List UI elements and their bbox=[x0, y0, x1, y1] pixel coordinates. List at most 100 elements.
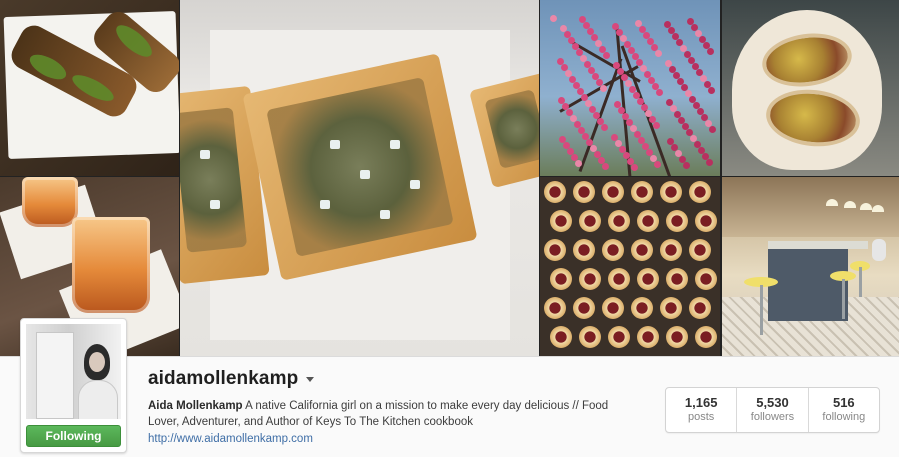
blossom-shape bbox=[625, 80, 632, 87]
blossom-shape bbox=[677, 78, 684, 85]
mini-tart-shape bbox=[666, 268, 688, 290]
photo-tile-blossoms[interactable] bbox=[540, 0, 720, 176]
blossom-shape bbox=[600, 85, 607, 92]
stat-posts[interactable]: 1,165 posts bbox=[666, 388, 738, 432]
blossom-shape bbox=[603, 52, 610, 59]
blossom-shape bbox=[550, 15, 557, 22]
mini-tart-shape bbox=[637, 326, 659, 348]
photo-tile-mini-tarts[interactable] bbox=[540, 177, 720, 356]
blossom-shape bbox=[670, 105, 677, 112]
blossom-shape bbox=[693, 102, 700, 109]
photo-tile-toast[interactable] bbox=[0, 0, 179, 176]
blossom-shape bbox=[598, 157, 605, 164]
stats-box: 1,165 posts 5,530 followers 516 followin… bbox=[665, 387, 880, 433]
avatar[interactable] bbox=[26, 324, 121, 419]
blossom-shape bbox=[577, 88, 584, 95]
blossom-shape bbox=[612, 23, 619, 30]
blossom-shape bbox=[655, 50, 662, 57]
mini-tart-shape bbox=[660, 297, 682, 319]
blossom-shape bbox=[643, 32, 650, 39]
blossom-shape bbox=[580, 55, 587, 62]
blossom-shape bbox=[636, 59, 643, 66]
mini-tart-shape bbox=[631, 297, 653, 319]
mini-tart-shape bbox=[695, 268, 717, 290]
blossom-shape bbox=[668, 27, 675, 34]
blossom-shape bbox=[641, 104, 648, 111]
blossom-shape bbox=[656, 89, 663, 96]
blossom-shape bbox=[587, 28, 594, 35]
photo-tile-tart[interactable] bbox=[180, 0, 539, 356]
mini-tart-shape bbox=[550, 326, 572, 348]
blossom-shape bbox=[674, 111, 681, 118]
blossom-shape bbox=[703, 42, 710, 49]
website-link[interactable]: http://www.aidamollenkamp.com bbox=[148, 433, 313, 445]
blossom-shape bbox=[638, 137, 645, 144]
mini-tart-shape bbox=[689, 297, 711, 319]
blossom-shape bbox=[619, 146, 626, 153]
blossom-shape bbox=[690, 135, 697, 142]
stat-following[interactable]: 516 following bbox=[809, 388, 879, 432]
blossom-shape bbox=[621, 74, 628, 81]
blossom-shape bbox=[599, 46, 606, 53]
stat-label: followers bbox=[750, 411, 795, 423]
stat-followers[interactable]: 5,530 followers bbox=[737, 388, 809, 432]
blossom-shape bbox=[589, 106, 596, 113]
blossom-shape bbox=[634, 131, 641, 138]
full-name: Aida Mollenkamp bbox=[148, 400, 243, 412]
blossom-shape bbox=[562, 103, 569, 110]
blossom-shape bbox=[618, 107, 625, 114]
mini-tart-shape bbox=[550, 268, 572, 290]
blossom-shape bbox=[602, 163, 609, 170]
blossom-shape bbox=[572, 43, 579, 50]
blossom-shape bbox=[645, 110, 652, 117]
mini-tart-shape bbox=[544, 239, 566, 261]
stat-value: 516 bbox=[832, 395, 855, 410]
photo-tile-diner[interactable] bbox=[722, 177, 899, 356]
blossom-shape bbox=[688, 57, 695, 64]
stat-value: 5,530 bbox=[756, 395, 789, 410]
following-button[interactable]: Following bbox=[26, 425, 121, 447]
blossom-shape bbox=[624, 41, 631, 48]
blossom-shape bbox=[593, 112, 600, 119]
mini-tart-shape bbox=[573, 181, 595, 203]
blossom-shape bbox=[678, 117, 685, 124]
blossom-shape bbox=[613, 62, 620, 69]
blossom-shape bbox=[559, 136, 566, 143]
blossom-shape bbox=[681, 84, 688, 91]
mini-tart-shape bbox=[631, 239, 653, 261]
blossom-shape bbox=[571, 154, 578, 161]
blossom-shape bbox=[623, 152, 630, 159]
blossom-shape bbox=[582, 133, 589, 140]
photo-tile-sandwich[interactable] bbox=[722, 0, 899, 176]
blossom-shape bbox=[628, 47, 635, 54]
mini-tart-shape bbox=[666, 326, 688, 348]
blossom-shape bbox=[646, 149, 653, 156]
caret-down-icon[interactable] bbox=[306, 376, 315, 382]
blossom-shape bbox=[682, 123, 689, 130]
blossom-shape bbox=[687, 18, 694, 25]
blossom-shape bbox=[665, 60, 672, 67]
blossom-shape bbox=[560, 25, 567, 32]
blossom-shape bbox=[581, 94, 588, 101]
blossom-shape bbox=[691, 24, 698, 31]
blossom-shape bbox=[701, 114, 708, 121]
mini-tart-shape bbox=[544, 297, 566, 319]
mini-tart-shape bbox=[637, 268, 659, 290]
blossom-shape bbox=[630, 125, 637, 132]
mini-tart-shape bbox=[573, 239, 595, 261]
blossom-shape bbox=[614, 101, 621, 108]
blossom-shape bbox=[699, 36, 706, 43]
blossom-shape bbox=[626, 119, 633, 126]
blossom-shape bbox=[611, 134, 618, 141]
blossom-shape bbox=[590, 145, 597, 152]
blossom-shape bbox=[669, 66, 676, 73]
mini-tart-shape bbox=[637, 210, 659, 232]
blossom-shape bbox=[592, 73, 599, 80]
blossom-shape bbox=[627, 158, 634, 165]
mini-tart-shape bbox=[631, 181, 653, 203]
blossom-shape bbox=[578, 127, 585, 134]
mini-tart-shape bbox=[660, 181, 682, 203]
photo-mosaic bbox=[0, 0, 899, 356]
mini-tart-shape bbox=[608, 268, 630, 290]
blossom-shape bbox=[649, 116, 656, 123]
